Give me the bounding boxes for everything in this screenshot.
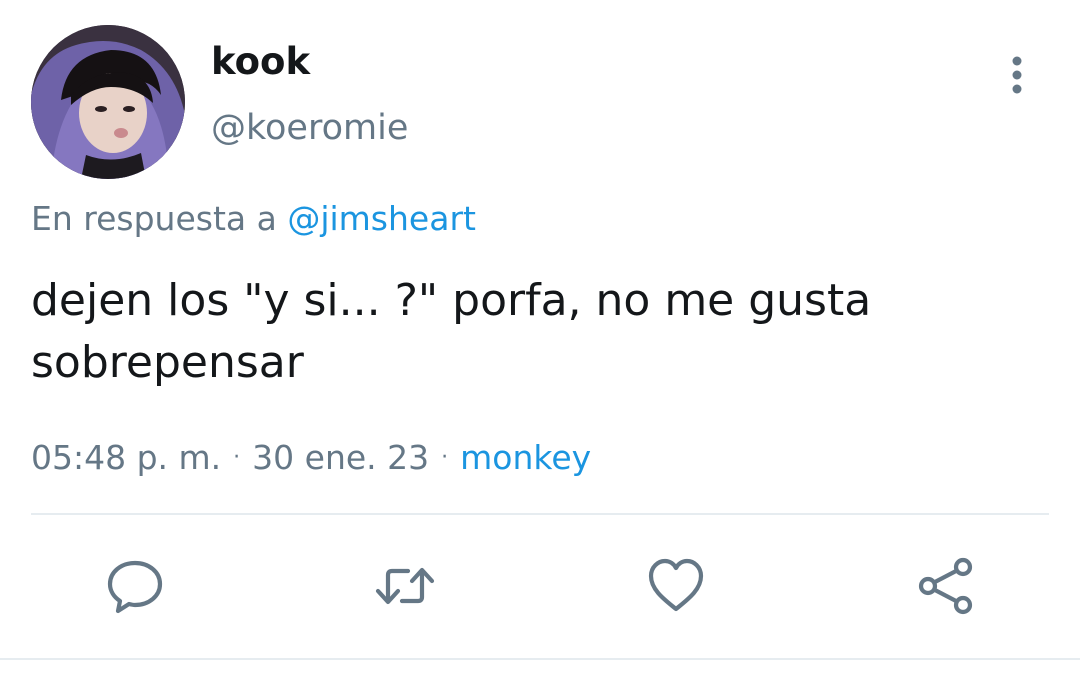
reply-button[interactable]: [104, 555, 166, 617]
share-icon: [918, 557, 973, 615]
separator-dot: ·: [233, 445, 241, 470]
reply-context-prefix: En respuesta a: [31, 199, 288, 238]
action-bar: [0, 555, 1080, 617]
like-button[interactable]: [645, 555, 707, 617]
reply-mention-link[interactable]: @jimsheart: [287, 199, 476, 238]
heart-icon: [648, 558, 704, 612]
separator-dot: ·: [441, 445, 449, 470]
profile-photo: [31, 25, 185, 179]
user-handle[interactable]: @koeromie: [211, 104, 408, 152]
bottom-divider: [0, 658, 1080, 660]
display-name[interactable]: kook: [211, 38, 310, 86]
tweet-text: dejen los "y si... ?" porfa, no me gusta…: [31, 275, 872, 388]
tweet-time: 05:48 p. m.: [31, 438, 222, 477]
tweet-metadata: 05:48 p. m. · 30 ene. 23 · monkey: [31, 435, 591, 486]
share-button[interactable]: [915, 555, 977, 617]
reply-context: En respuesta a @jimsheart: [31, 196, 476, 242]
more-options-icon[interactable]: [1000, 52, 1034, 98]
retweet-button[interactable]: [374, 555, 436, 617]
retweet-icon: [375, 567, 435, 605]
avatar[interactable]: [31, 25, 185, 179]
tweet-source-link[interactable]: monkey: [460, 438, 591, 477]
tweet-date: 30 ene. 23: [252, 438, 430, 477]
speech-bubble-icon: [107, 560, 163, 614]
divider: [31, 513, 1049, 515]
tweet-detail: kook @koeromie En respuesta a @jimsheart…: [0, 0, 1080, 678]
